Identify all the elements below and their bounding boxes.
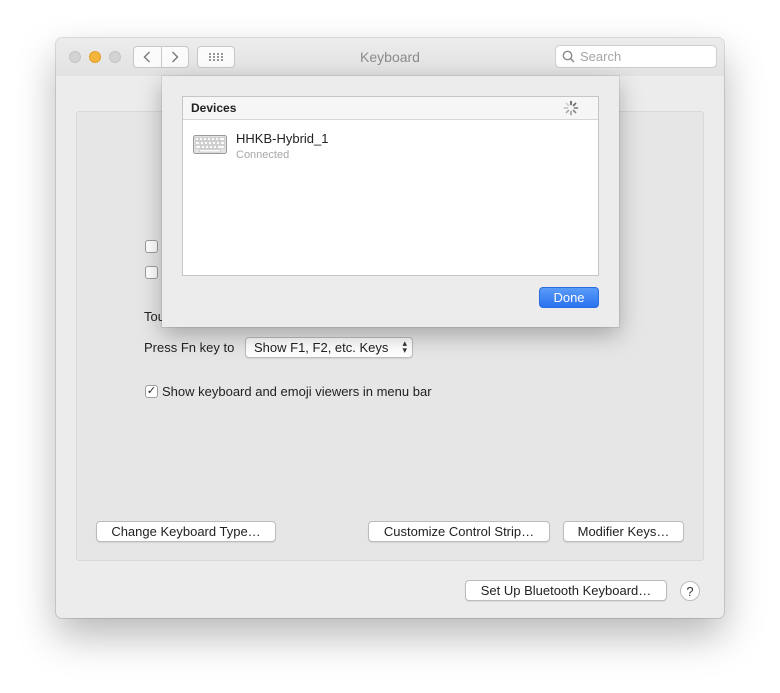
set-up-bluetooth-keyboard-button[interactable]: Set Up Bluetooth Keyboard… [465,580,667,601]
loading-spinner-icon [563,100,579,116]
fn-key-label: Press Fn key to [144,340,235,355]
devices-sheet: Devices HHKB-Hybrid_1 Connected Done [162,76,619,327]
search-field[interactable]: Search [555,45,717,68]
show-viewers-checkbox[interactable]: ✓ [145,385,158,398]
keyboard-icon [193,135,227,154]
search-icon [562,50,575,63]
checkmark-icon: ✓ [146,385,157,397]
title-bar: Keyboard Search [56,38,724,76]
change-keyboard-type-button[interactable]: Change Keyboard Type… [96,521,276,542]
device-name: HHKB-Hybrid_1 [236,131,329,146]
customize-control-strip-button[interactable]: Customize Control Strip… [368,521,550,542]
done-button[interactable]: Done [539,287,599,308]
devices-header-label: Devices [191,101,237,115]
question-mark-icon: ? [686,583,694,599]
search-placeholder: Search [580,49,622,64]
show-viewers-label: Show keyboard and emoji viewers in menu … [162,384,432,399]
help-button[interactable]: ? [680,581,700,601]
select-arrows-icon: ▴ ▾ [402,338,407,355]
devices-header: Devices [183,97,598,120]
device-status: Connected [236,149,290,161]
fn-key-select-value: Show F1, F2, etc. Keys [254,340,389,355]
modifier-keys-button[interactable]: Modifier Keys… [563,521,684,542]
setting-checkbox-1[interactable] [145,240,158,253]
devices-list: Devices HHKB-Hybrid_1 Connected [182,96,599,276]
device-row[interactable]: HHKB-Hybrid_1 Connected [193,131,573,165]
fn-key-select[interactable]: Show F1, F2, etc. Keys ▴ ▾ [245,337,413,358]
setting-checkbox-2[interactable] [145,266,158,279]
